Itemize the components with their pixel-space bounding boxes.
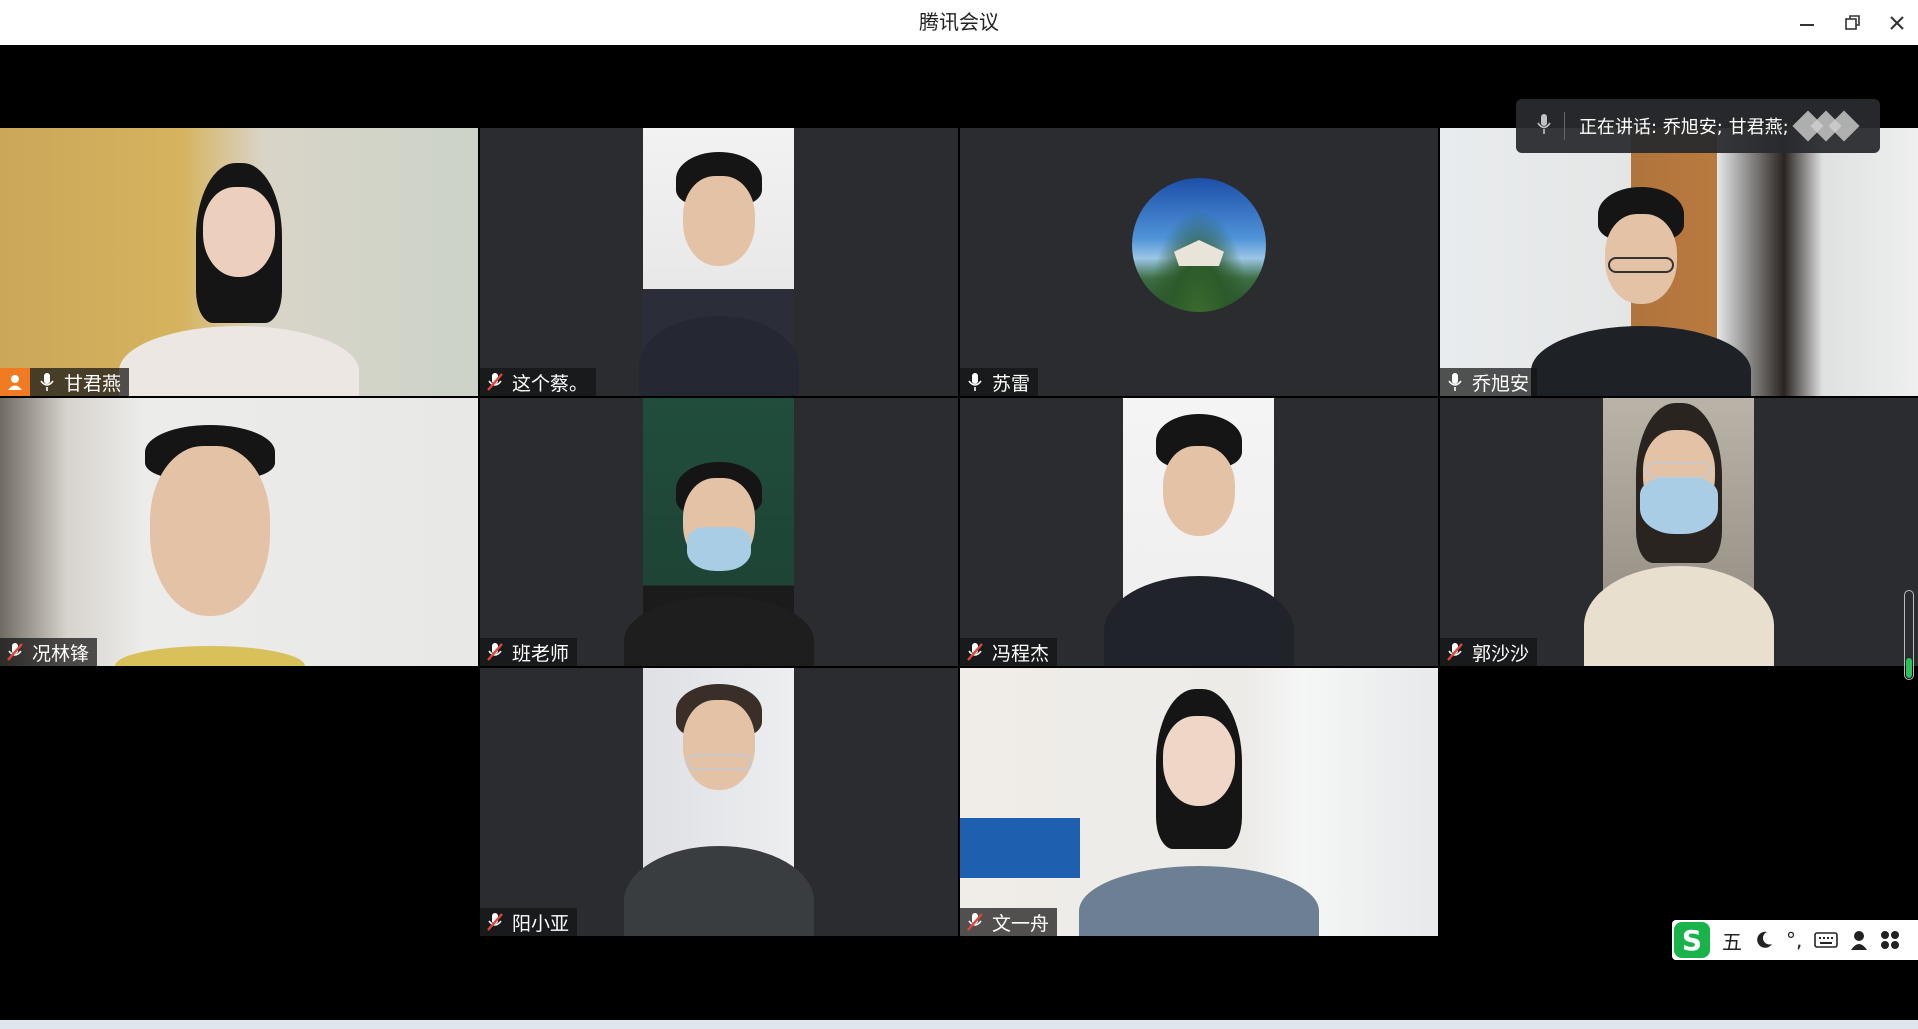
name-tag: 冯程杰 [960,638,1058,666]
taskbar-edge [0,1020,1918,1029]
host-user-icon [8,375,22,390]
participant-tile[interactable]: 冯程杰 [960,398,1438,666]
mic-muted-icon [4,641,26,663]
participant-name: 冯程杰 [992,642,1050,665]
name-tag: 况林锋 [0,638,98,666]
participant-tile[interactable]: 这个蔡。 [480,128,958,396]
participant-tile[interactable]: 班老师 [480,398,958,666]
participant-tile-speaking[interactable]: 乔旭安 [1440,128,1918,396]
participant-tile[interactable]: 阳小亚 [480,668,958,936]
mic-icon [1536,113,1552,140]
restore-button[interactable] [1838,8,1868,38]
mic-muted-icon [484,371,506,393]
mic-muted-icon [964,641,986,663]
close-icon [1890,16,1904,30]
input-mode[interactable]: 五 [1722,926,1742,955]
participant-video [623,668,814,936]
participant-video [1440,128,1918,396]
participant-name: 文一舟 [992,912,1050,935]
name-tag: 班老师 [480,638,578,666]
close-button[interactable] [1882,8,1912,38]
minimize-button[interactable] [1792,8,1822,38]
window-title: 腾讯会议 [919,10,999,34]
mic-on-icon [1444,371,1466,393]
mic-on-icon [36,371,58,393]
participant-video [623,398,814,666]
keyboard-icon[interactable] [1814,931,1839,949]
name-tag: 甘君燕 [0,368,130,396]
participant-name: 阳小亚 [512,912,570,935]
participant-video [1103,398,1294,666]
speaking-text: 正在讲话: 乔旭安; 甘君燕; [1579,117,1789,138]
ime-toolbar[interactable]: S 五 °, [1672,920,1918,960]
speaker-avatars [1792,110,1860,142]
speaking-indicator: 正在讲话: 乔旭安; 甘君燕; [1516,99,1880,153]
volume-level-indicator [1904,590,1914,680]
participant-name: 甘君燕 [64,372,122,395]
mic-muted-icon [964,911,986,933]
participant-name: 班老师 [512,642,570,665]
participant-name: 况林锋 [32,642,90,665]
name-tag: 苏雷 [960,368,1039,396]
participant-tile[interactable]: 郭沙沙 [1440,398,1918,666]
empty-tile [1440,668,1918,936]
minimize-icon [1800,24,1814,26]
moon-icon[interactable] [1754,930,1774,950]
participant-name: 这个蔡。 [512,372,589,395]
participant-video [0,398,478,666]
participant-video [960,668,1438,936]
mic-muted-icon [484,641,506,663]
participant-name: 郭沙沙 [1472,642,1530,665]
divider [1564,112,1565,140]
mic-muted-icon [484,911,506,933]
name-tag: 这个蔡。 [480,368,597,396]
participant-video [0,128,478,396]
participant-tile[interactable]: 苏雷 [960,128,1438,396]
name-tag: 乔旭安 [1440,368,1538,396]
punctuation-icon[interactable]: °, [1786,928,1802,952]
host-badge [0,368,30,396]
user-icon[interactable] [1850,930,1868,950]
participant-video [1583,398,1774,666]
title-bar: 腾讯会议 [0,0,1918,46]
participant-tile[interactable]: 甘君燕 [0,128,478,396]
name-tag: 阳小亚 [480,908,578,936]
participant-name: 乔旭安 [1472,372,1530,395]
participant-tile[interactable]: 文一舟 [960,668,1438,936]
mic-on-icon [964,371,986,393]
participant-avatar [1132,178,1266,312]
participant-name: 苏雷 [992,372,1031,395]
restore-icon [1845,15,1860,30]
participant-tile[interactable]: 况林锋 [0,398,478,666]
empty-tile [0,668,478,936]
participant-video [638,128,799,396]
mic-muted-icon [1444,641,1466,663]
sogou-logo[interactable]: S [1674,922,1710,958]
grid-icon[interactable] [1880,930,1900,950]
name-tag: 郭沙沙 [1440,638,1538,666]
name-tag: 文一舟 [960,908,1058,936]
